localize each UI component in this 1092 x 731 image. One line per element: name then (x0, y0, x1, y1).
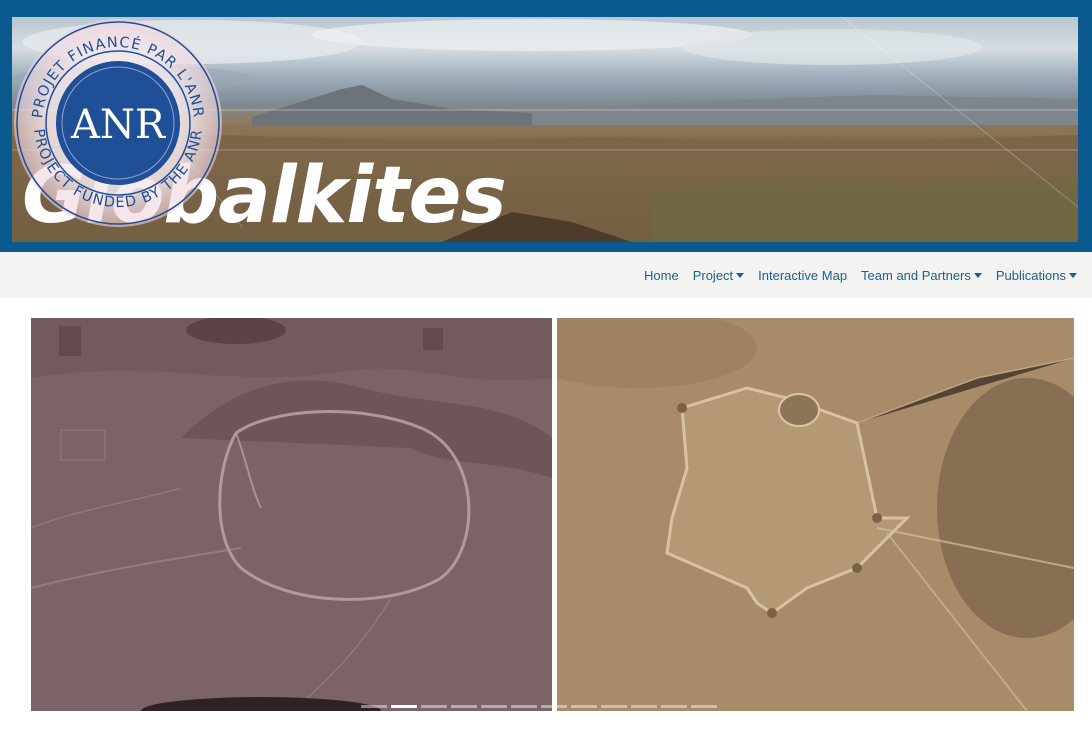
site-header-banner: Globalkites ANR PROJET FINANCÉ PAR L'ANR (0, 0, 1092, 252)
carousel-indicator[interactable] (481, 705, 507, 708)
carousel-indicator[interactable] (361, 705, 387, 708)
caret-down-icon (736, 273, 745, 278)
carousel-indicator[interactable] (631, 705, 657, 708)
nav-item-label: Project (692, 267, 734, 283)
carousel-indicator[interactable] (511, 705, 537, 708)
carousel-indicator[interactable] (391, 705, 417, 708)
nav-item-team-and-partners[interactable]: Team and Partners (854, 268, 989, 283)
anr-funding-seal: ANR PROJET FINANCÉ PAR L'ANR PROJECT FUN… (14, 19, 222, 227)
carousel-indicator[interactable] (541, 705, 567, 708)
nav-item-label: Team and Partners (861, 267, 971, 283)
main-navbar: Home Project Interactive Map Team and Pa… (0, 252, 1092, 298)
carousel-indicator[interactable] (421, 705, 447, 708)
carousel-indicator[interactable] (661, 705, 687, 708)
nav-item-home[interactable]: Home (637, 268, 686, 283)
nav-item-project[interactable]: Project (686, 268, 751, 283)
caret-down-icon (1069, 273, 1077, 278)
nav-item-interactive-map[interactable]: Interactive Map (751, 268, 854, 283)
image-carousel[interactable] (31, 318, 1074, 711)
seal-center-text: ANR (70, 102, 167, 148)
carousel-slide-desert-kite[interactable] (557, 318, 1074, 711)
aerial-desert-kite-image (557, 318, 1074, 711)
nav-item-label: Interactive Map (758, 267, 848, 283)
carousel-indicators (361, 705, 717, 709)
carousel-indicator[interactable] (601, 705, 627, 708)
aerial-oval-enclosure-image (31, 318, 552, 711)
header-landscape-image[interactable]: Globalkites ANR PROJET FINANCÉ PAR L'ANR (12, 17, 1078, 242)
nav-item-publications[interactable]: Publications (989, 268, 1084, 283)
nav-item-label: Publications (995, 267, 1066, 283)
nav-item-label: Home (644, 267, 679, 283)
carousel-indicator[interactable] (451, 705, 477, 708)
nav-menu: Home Project Interactive Map Team and Pa… (637, 252, 1084, 298)
caret-down-icon (973, 273, 982, 278)
carousel-indicator[interactable] (691, 705, 717, 708)
carousel-indicator[interactable] (571, 705, 597, 708)
carousel-slide-aerial-enclosure[interactable] (31, 318, 552, 711)
